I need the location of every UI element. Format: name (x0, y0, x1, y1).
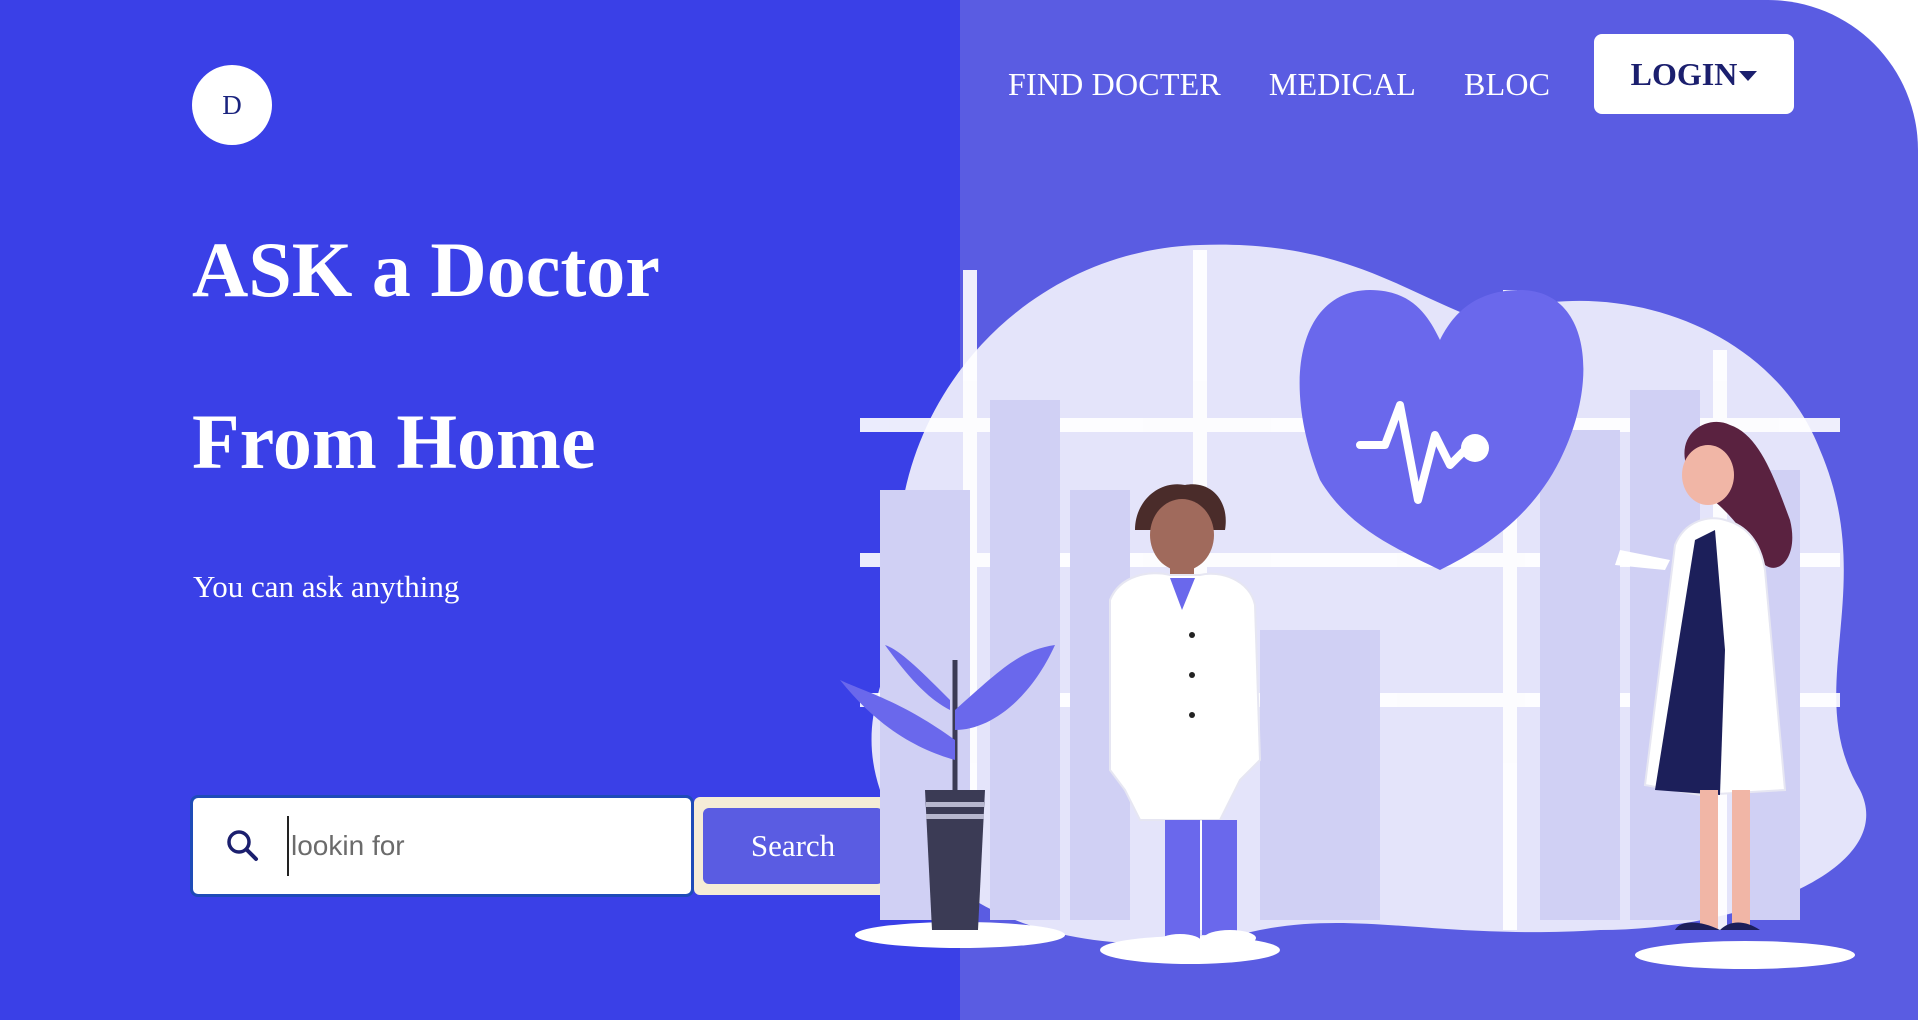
search-box (190, 795, 694, 897)
login-button[interactable]: LOGIN (1594, 34, 1794, 114)
login-label: LOGIN (1630, 55, 1738, 92)
landing-page: D FIND DOCTER MEDICAL BLOC LOGIN ASK a D… (0, 0, 1922, 1020)
caret-down-icon (1739, 71, 1758, 81)
headline-line-1: ASK a Doctor (192, 226, 660, 313)
nav-medical[interactable]: MEDICAL (1269, 64, 1416, 104)
hero-subtitle: You can ask anything (193, 569, 460, 604)
nav-blog[interactable]: BLOC (1464, 64, 1550, 104)
doctors-illustration (840, 244, 1867, 969)
headline-line-2: From Home (192, 398, 596, 485)
top-nav: FIND DOCTER MEDICAL BLOC (1008, 64, 1598, 104)
nav-find-doctor[interactable]: FIND DOCTER (1008, 64, 1221, 104)
doctor-female-shadow (1635, 941, 1855, 969)
search-icon (223, 826, 263, 866)
search-input[interactable] (287, 816, 667, 876)
brand-logo[interactable]: D (192, 65, 272, 145)
logo-letter: D (222, 89, 242, 120)
